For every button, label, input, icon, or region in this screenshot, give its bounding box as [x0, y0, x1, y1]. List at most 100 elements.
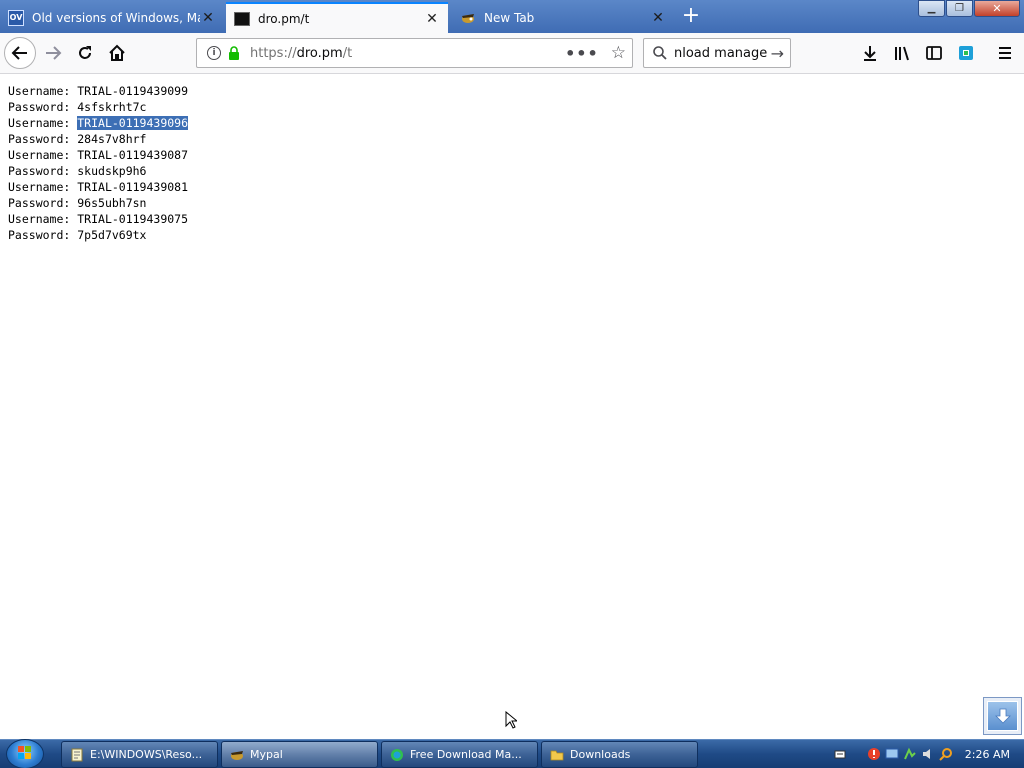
- credential-line: Password: skudskp9h6: [8, 163, 188, 179]
- ov-favicon-icon: OV: [8, 9, 24, 26]
- search-go-icon[interactable]: →: [771, 44, 784, 63]
- library-button[interactable]: [887, 38, 917, 68]
- hamburger-menu-icon: [999, 47, 1011, 59]
- download-icon: [864, 46, 876, 61]
- home-icon: [109, 44, 125, 61]
- taskbar-item-fdm[interactable]: Free Download Ma...: [381, 741, 538, 768]
- credentials-list: Username: TRIAL-0119439099 Password: 4sfs…: [8, 83, 189, 243]
- tab-title: dro.pm/t: [258, 11, 310, 26]
- url-bar[interactable]: i https://dro.pm/t ••• ☆: [196, 38, 633, 68]
- taskbar-item-mypal[interactable]: Mypal: [221, 741, 378, 768]
- credential-value: 7p5d7v69tx: [77, 228, 147, 242]
- lock-icon: [229, 46, 239, 60]
- tab-old-versions[interactable]: OV Old versions of Windows, Mac ✕: [0, 2, 224, 33]
- start-button[interactable]: [6, 739, 44, 768]
- tab-title: Old versions of Windows, Mac: [32, 10, 200, 25]
- sidebar-button[interactable]: [919, 38, 949, 68]
- credential-label: Username:: [8, 148, 78, 162]
- credential-label: Password:: [8, 100, 78, 114]
- downloads-button[interactable]: [855, 38, 885, 68]
- credential-value: skudskp9h6: [77, 164, 147, 178]
- search-icon: [653, 46, 667, 60]
- taskbar-item-label: Downloads: [570, 748, 631, 761]
- mypal-favicon-icon: [462, 13, 474, 23]
- menu-button[interactable]: [990, 38, 1020, 68]
- close-tab-icon[interactable]: ✕: [650, 10, 666, 26]
- back-arrow-icon: [11, 46, 27, 60]
- credential-label: Username:: [8, 180, 78, 194]
- credential-label: Password:: [8, 196, 78, 210]
- folder-icon: [550, 750, 564, 760]
- dro-favicon-icon: [234, 11, 250, 26]
- restore-button[interactable]: ❐: [946, 0, 973, 17]
- close-tab-icon[interactable]: ✕: [424, 11, 440, 27]
- home-button[interactable]: [102, 38, 132, 68]
- bookmark-star-icon[interactable]: ☆: [611, 43, 626, 63]
- credential-line: Username: TRIAL-0119439075: [8, 211, 188, 227]
- credential-value: 4sfskrht7c: [77, 100, 147, 114]
- taskbar-item-label: Mypal: [250, 748, 283, 761]
- search-bar[interactable]: nload manage →: [643, 38, 791, 68]
- credential-value: TRIAL-0119439081: [77, 180, 189, 194]
- fdm-floating-widget[interactable]: [983, 697, 1022, 735]
- url-text: https://dro.pm/t: [250, 45, 353, 61]
- clock[interactable]: 2:26 AM: [965, 748, 1010, 761]
- search-input[interactable]: nload manage: [674, 46, 771, 61]
- display-icon[interactable]: [885, 747, 899, 761]
- speaker-icon[interactable]: [921, 747, 935, 761]
- credential-label: Password:: [8, 228, 78, 242]
- tab-new-tab[interactable]: New Tab ✕: [452, 2, 674, 33]
- credential-line: Username: TRIAL-0119439099: [8, 83, 188, 99]
- credential-line: Username: TRIAL-0119439096: [8, 115, 189, 131]
- windows-logo-icon: [18, 746, 31, 759]
- taskbar: E:\WINDOWS\Reso... Mypal Free Download M…: [0, 739, 1024, 768]
- system-tray: 2:26 AM: [829, 740, 1024, 768]
- site-info-icon[interactable]: i: [207, 46, 221, 60]
- credential-label: Username:: [8, 212, 78, 226]
- alert-icon[interactable]: [867, 747, 881, 761]
- credential-value: TRIAL-0119439075: [77, 212, 189, 226]
- reload-icon: [79, 46, 91, 59]
- credential-line: Username: TRIAL-0119439081: [8, 179, 188, 195]
- back-button[interactable]: [4, 37, 36, 69]
- credential-line: Password: 284s7v8hrf: [8, 131, 188, 147]
- minimize-button[interactable]: ▁: [918, 0, 945, 17]
- library-icon: [895, 46, 909, 61]
- notepad-icon: [71, 748, 83, 761]
- page-content: Username: TRIAL-0119439099 Password: 4sfs…: [0, 75, 1024, 739]
- forward-button[interactable]: [38, 38, 68, 68]
- credential-line: Username: TRIAL-0119439087: [8, 147, 188, 163]
- tab-title: New Tab: [484, 10, 535, 25]
- reload-button[interactable]: [70, 38, 100, 68]
- download-arrow-icon: [994, 708, 1011, 724]
- credential-line: Password: 7p5d7v69tx: [8, 227, 188, 243]
- credential-value: 96s5ubh7sn: [77, 196, 147, 210]
- close-tab-icon[interactable]: ✕: [200, 10, 216, 26]
- credential-value: TRIAL-0119439087: [77, 148, 189, 162]
- taskbar-item-label: E:\WINDOWS\Reso...: [90, 748, 203, 761]
- network-icon[interactable]: [903, 747, 917, 761]
- credential-line: Password: 96s5ubh7sn: [8, 195, 188, 211]
- taskbar-item-explorer[interactable]: E:\WINDOWS\Reso...: [61, 741, 218, 768]
- credential-value: TRIAL-0119439099: [77, 84, 189, 98]
- mouse-cursor-icon: [505, 711, 517, 729]
- credential-label: Username:: [8, 84, 78, 98]
- credential-line: Password: 4sfskrht7c: [8, 99, 188, 115]
- fdm-extension-button[interactable]: [951, 38, 981, 68]
- credential-value: 284s7v8hrf: [77, 132, 147, 146]
- nav-toolbar: i https://dro.pm/t ••• ☆ nload manage →: [0, 33, 1024, 74]
- taskbar-item-downloads[interactable]: Downloads: [541, 741, 698, 768]
- credential-value: TRIAL-0119439096: [77, 116, 189, 130]
- fdm-extension-icon: [959, 46, 973, 60]
- keyboard-icon[interactable]: [833, 747, 847, 761]
- credential-label: Password:: [8, 164, 78, 178]
- fdm-icon: [391, 748, 403, 761]
- tab-dro[interactable]: dro.pm/t ✕: [226, 2, 448, 33]
- search-tray-icon[interactable]: [939, 747, 953, 761]
- credential-label: Password:: [8, 132, 78, 146]
- forward-arrow-icon: [46, 46, 62, 60]
- tab-strip: OV Old versions of Windows, Mac ✕ dro.pm…: [0, 0, 1024, 33]
- new-tab-button[interactable]: +: [680, 5, 702, 28]
- close-window-button[interactable]: ✕: [974, 0, 1020, 17]
- page-actions-icon[interactable]: •••: [565, 44, 599, 63]
